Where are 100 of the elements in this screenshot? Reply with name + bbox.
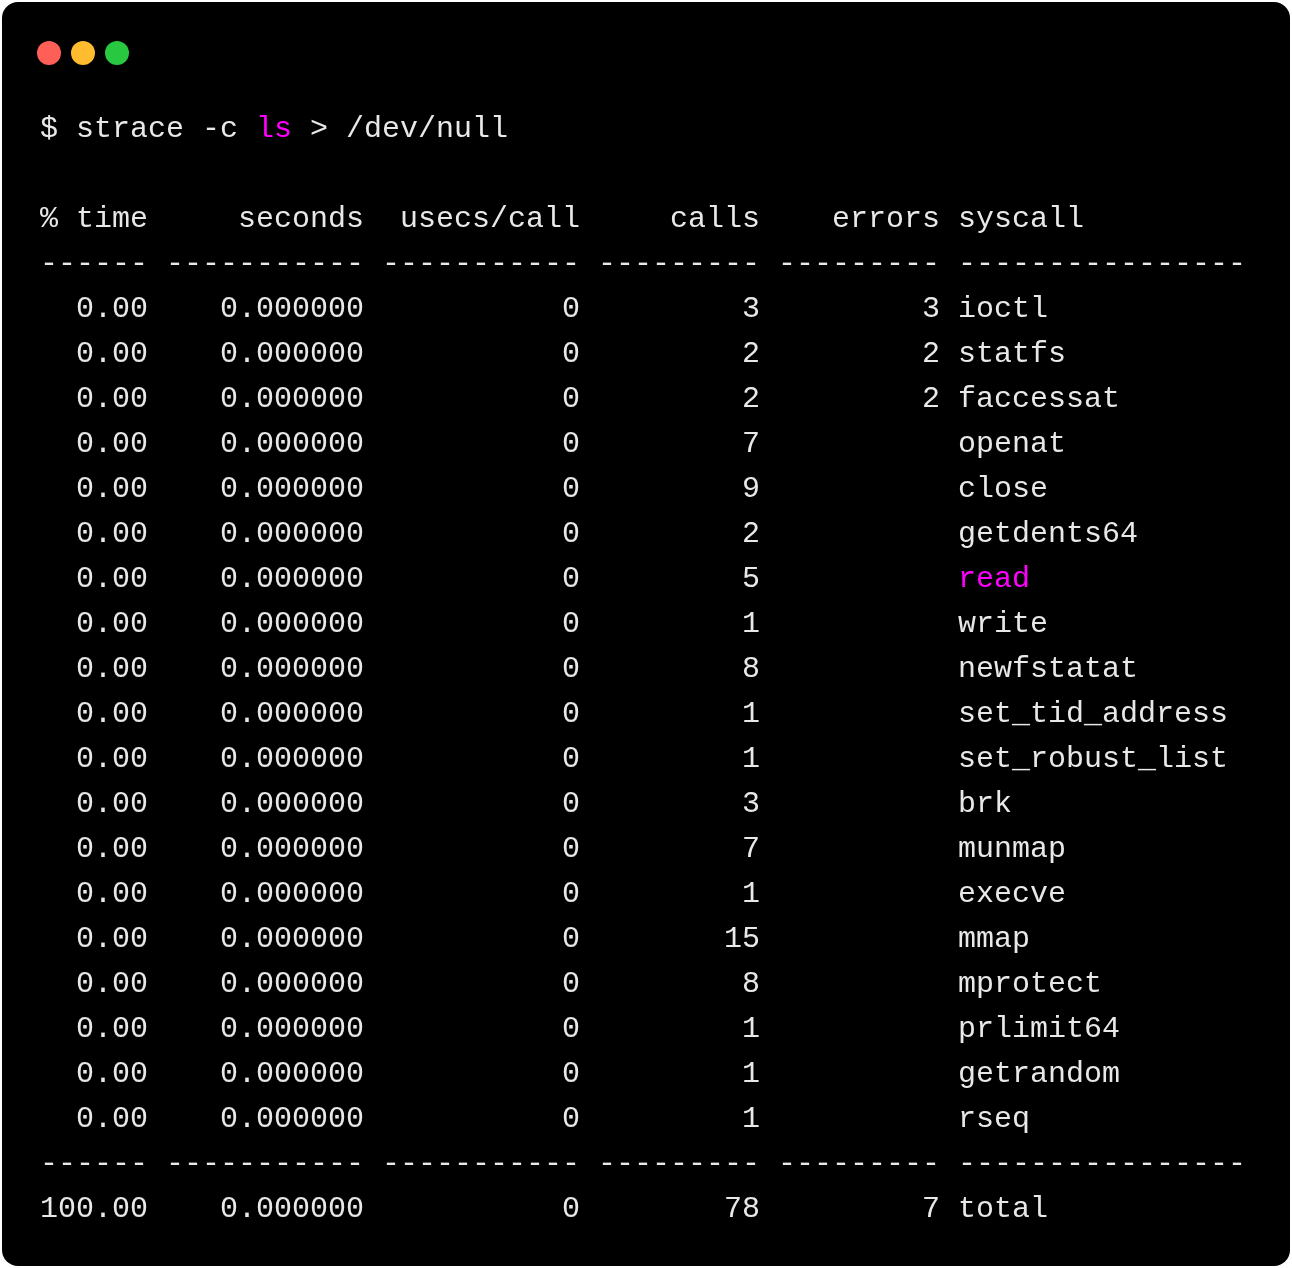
table-cell-text: 0.000000 [219,921,364,958]
table-cell-text: 1 [742,606,760,643]
table-cell-text: 3 [922,291,940,328]
table-cell-text: 8 [742,966,760,1003]
column-header: syscall [958,201,1085,238]
command-text: $ strace -c [40,111,240,148]
table-cell-text: 0.00 [76,336,148,373]
table-cell-text: 0.00 [76,831,148,868]
table-cell-text: newfstatat [958,651,1139,688]
table-cell-text: 0 [562,516,580,553]
table-cell-text: 7 [742,831,760,868]
separator-dashes: ----------- [381,1146,580,1183]
separator-dashes: ------ [39,1146,148,1183]
table-cell-text: openat [958,426,1067,463]
separator-dashes: ----------- [165,1146,364,1183]
table-cell-text: getrandom [958,1056,1121,1093]
table-cell-text: mprotect [958,966,1103,1003]
table-cell-text: 0.00 [76,471,148,508]
column-header: errors [831,201,940,238]
table-cell-text: 2 [742,516,760,553]
column-header: seconds [237,201,364,238]
table-cell-text: ioctl [958,291,1048,328]
table-cell-text: 0 [562,921,580,958]
table-cell-text: 0 [562,561,580,598]
table-cell-text: 0.00 [76,291,148,328]
table-cell-text: 0.000000 [219,651,364,688]
table-cell-text: 0.00 [76,966,148,1003]
table-cell-text: set_robust_list [958,741,1229,778]
table-cell-text: 2 [922,336,940,373]
table-cell-text: 1 [742,1101,760,1138]
table-cell-text: 0.00 [76,1056,148,1093]
separator-dashes: ------ [39,246,148,283]
table-cell-text: 15 [724,921,760,958]
table-cell-text: getdents64 [958,516,1139,553]
table-cell-text: 0.000000 [219,426,364,463]
separator-dashes: --------- [777,246,940,283]
table-cell-text: 0 [562,1101,580,1138]
table-cell-text: 0.00 [76,1101,148,1138]
total-cell-text: total [958,1191,1048,1228]
separator-dashes: ----------- [381,246,580,283]
table-cell-text: 0 [562,1056,580,1093]
table-cell-text: 0.000000 [219,831,364,868]
table-cell-text: 1 [742,876,760,913]
table-cell-text: 3 [742,786,760,823]
table-cell-text: 1 [742,741,760,778]
table-cell-text: 0.00 [76,606,148,643]
table-cell-text: 0.00 [76,876,148,913]
table-cell-text: 0 [562,786,580,823]
table-cell-text: 7 [742,426,760,463]
total-cell-text: 78 [724,1191,760,1228]
table-cell-text: faccessat [958,381,1121,418]
total-cell-text: 0.000000 [219,1191,364,1228]
minimize-button[interactable] [71,40,95,65]
table-cell-text: write [958,606,1048,643]
table-cell-text: 1 [742,696,760,733]
table-cell-text: 0 [562,876,580,913]
table-cell-text: mmap [958,921,1030,958]
table-cell-text: 0.00 [76,1011,148,1048]
separator-dashes: ----------- [165,246,364,283]
table-cell-text: 0 [562,291,580,328]
table-cell-text: 2 [922,381,940,418]
close-button[interactable] [37,40,61,65]
table-cell-text: brk [958,786,1012,823]
total-cell-text: 0 [562,1191,580,1228]
table-cell-text: 8 [742,651,760,688]
table-cell-text: 1 [742,1011,760,1048]
table-cell-text: 0.000000 [219,966,364,1003]
table-cell-text: 0 [562,831,580,868]
table-cell-text: 9 [742,471,760,508]
table-cell-text: 0.000000 [219,1056,364,1093]
table-cell-text: 2 [742,336,760,373]
column-header: usecs/call [399,201,580,238]
separator-dashes: --------- [777,1146,940,1183]
maximize-button[interactable] [105,40,129,65]
table-cell-text: 0.000000 [219,561,364,598]
table-cell-text: 0.00 [76,426,148,463]
command-highlight: ls [256,111,293,148]
total-cell-text: 100.00 [39,1191,148,1228]
table-cell-text: 0.000000 [219,606,364,643]
table-cell-text: 0 [562,606,580,643]
table-cell-text: 0 [562,336,580,373]
table-cell-text: 0 [562,966,580,1003]
table-cell-text: 3 [742,291,760,328]
column-header: calls [670,201,760,238]
table-cell-text: 0.000000 [219,291,364,328]
table-cell-text: 0.000000 [219,741,364,778]
table-cell-text: 0 [562,696,580,733]
table-cell-text: 0.000000 [219,1101,364,1138]
table-cell-text: 0.00 [76,561,148,598]
command-text: > /dev/null [309,111,509,148]
table-cell-text: 0 [562,426,580,463]
column-header: % time [39,201,148,238]
table-cell-text: 1 [742,1056,760,1093]
total-cell-text: 7 [922,1191,940,1228]
table-cell-text: 0.000000 [219,336,364,373]
table-cell-text: 0 [562,381,580,418]
table-cell-text: close [958,471,1048,508]
separator-dashes: --------- [597,1146,760,1183]
table-cell-text: 2 [742,381,760,418]
table-cell-text: 0.00 [76,741,148,778]
